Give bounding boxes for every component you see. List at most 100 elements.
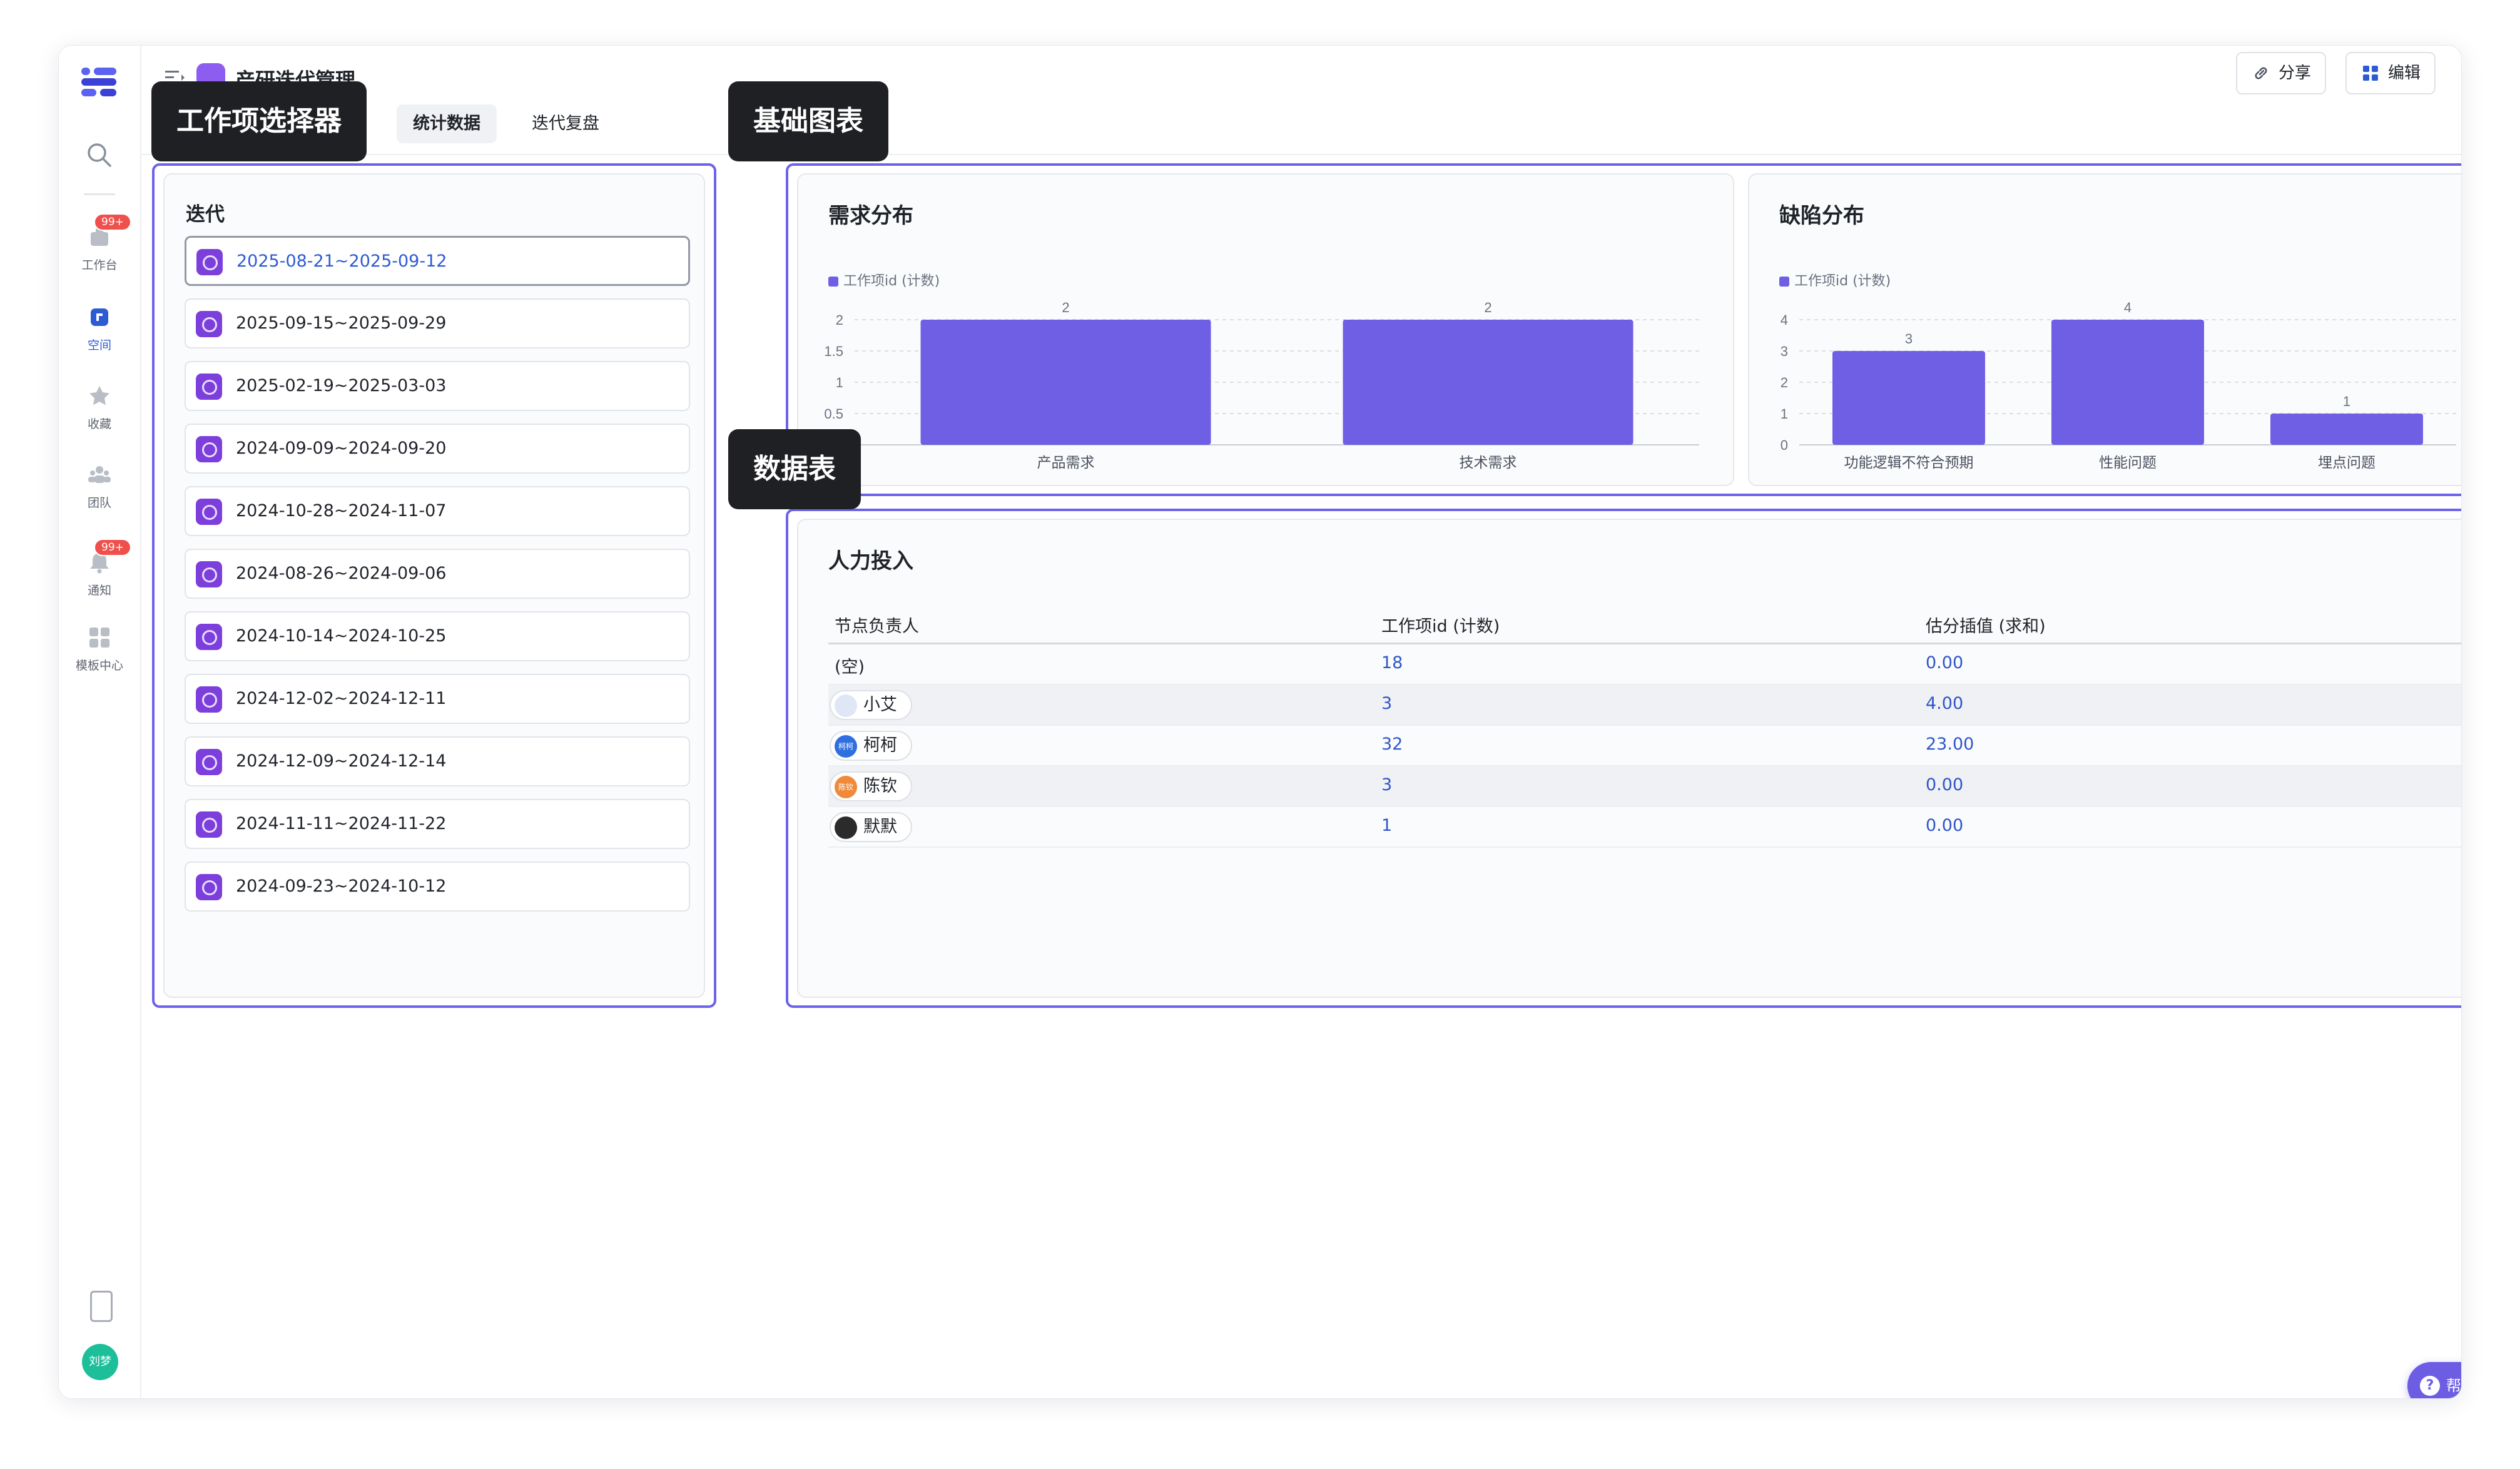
nav-rail: 99+ 工作台 空间 收藏 团队 99+ 通知 模板中心 刘梦 bbox=[59, 46, 141, 1398]
iteration-item[interactable]: 2025-02-19~2025-03-03 bbox=[185, 361, 690, 411]
owner-tag[interactable]: 陈钦 陈钦 bbox=[830, 771, 912, 801]
user-avatar[interactable]: 刘梦 bbox=[82, 1344, 118, 1380]
table-header: 节点负责人 工作项id (计数) 估分插值 (求和) bbox=[828, 601, 2461, 644]
bar[interactable] bbox=[2051, 320, 2204, 445]
iteration-item[interactable]: 2024-10-14~2024-10-25 bbox=[185, 611, 690, 661]
count-cell[interactable]: 18 bbox=[1381, 653, 1403, 673]
iteration-icon bbox=[196, 624, 222, 650]
y-tick-label: 1 bbox=[1781, 406, 1788, 422]
column-header[interactable]: 工作项id (计数) bbox=[1381, 613, 1500, 637]
tab-statistics[interactable]: 统计数据 bbox=[397, 104, 497, 143]
share-label: 分享 bbox=[2279, 64, 2312, 83]
iteration-item[interactable]: 2024-12-02~2024-12-11 bbox=[185, 674, 690, 724]
iteration-label: 2024-09-09~2024-09-20 bbox=[236, 439, 447, 458]
iteration-item[interactable]: 2024-09-09~2024-09-20 bbox=[185, 424, 690, 474]
iteration-label: 2024-12-02~2024-12-11 bbox=[236, 689, 447, 708]
column-header[interactable]: 估分插值 (求和) bbox=[1926, 613, 2046, 637]
column-header[interactable]: 节点负责人 bbox=[835, 613, 919, 637]
requirements-bar-chart: 0.5 1 1.5 2 2 产品需求 2 技术需求 bbox=[824, 300, 1699, 471]
bar[interactable] bbox=[920, 320, 1211, 445]
count-cell[interactable]: 32 bbox=[1381, 734, 1403, 754]
y-tick-label: 2 bbox=[1781, 375, 1788, 390]
template-icon bbox=[89, 628, 109, 648]
sidebar-item-label: 模板中心 bbox=[75, 659, 123, 673]
iteration-icon bbox=[196, 686, 222, 713]
table-row: 小艾 3 4.00 bbox=[828, 685, 2461, 726]
x-tick-label: 功能逻辑不符合预期 bbox=[1844, 455, 1974, 471]
sidebar-item-team[interactable]: 团队 bbox=[59, 462, 140, 511]
sidebar-item-label: 收藏 bbox=[87, 417, 111, 431]
iteration-label: 2025-08-21~2025-09-12 bbox=[236, 252, 447, 271]
owner-avatar bbox=[835, 816, 857, 839]
sum-cell[interactable]: 0.00 bbox=[1926, 775, 1963, 795]
iteration-item[interactable]: 2024-10-28~2024-11-07 bbox=[185, 486, 690, 536]
iteration-icon bbox=[196, 499, 222, 525]
iteration-label: 2025-02-19~2025-03-03 bbox=[236, 376, 447, 395]
header-divider bbox=[140, 154, 2461, 155]
x-tick-label: 产品需求 bbox=[1037, 455, 1095, 471]
y-tick-label: 4 bbox=[1781, 312, 1788, 328]
iteration-label: 2024-08-26~2024-09-06 bbox=[236, 564, 447, 583]
help-button[interactable]: ? 帮助 bbox=[2407, 1362, 2461, 1398]
table-row: (空) 18 0.00 bbox=[828, 644, 2461, 685]
sum-cell[interactable]: 23.00 bbox=[1926, 734, 1974, 754]
iteration-icon bbox=[196, 561, 222, 587]
search-icon[interactable] bbox=[84, 140, 114, 170]
sidebar-item-label: 工作台 bbox=[81, 258, 118, 272]
callout-selector: 工作项选择器 bbox=[151, 81, 367, 161]
link-icon bbox=[2255, 67, 2267, 79]
legend-label: 工作项id (计数) bbox=[843, 273, 940, 289]
chart-legend: 工作项id (计数) bbox=[828, 270, 940, 290]
iteration-item[interactable]: 2024-09-23~2024-10-12 bbox=[185, 862, 690, 912]
owner-tag[interactable]: 默默 bbox=[830, 812, 912, 842]
app-logo[interactable] bbox=[81, 68, 118, 96]
sum-cell[interactable]: 0.00 bbox=[1926, 816, 1963, 835]
count-cell[interactable]: 1 bbox=[1381, 816, 1392, 835]
y-tick-label: 2 bbox=[836, 312, 843, 328]
iteration-item[interactable]: 2025-09-15~2025-09-29 bbox=[185, 298, 690, 348]
owner-name: 柯柯 bbox=[863, 736, 897, 755]
legend-swatch bbox=[828, 277, 838, 287]
tab-iteration-review[interactable]: 迭代复盘 bbox=[516, 104, 616, 143]
sidebar-item-templates[interactable]: 模板中心 bbox=[59, 625, 140, 673]
bar[interactable] bbox=[2270, 414, 2423, 445]
iteration-label: 2025-09-15~2025-09-29 bbox=[236, 313, 447, 333]
owner-tag[interactable]: 柯柯 柯柯 bbox=[830, 731, 912, 761]
chart-card-defects: 缺陷分布 工作项id (计数) 0 1 2 3 4 3 功能逻辑不符合预期 4 性能问题 1 埋点问… bbox=[1748, 173, 2461, 486]
share-button[interactable]: 分享 bbox=[2236, 52, 2327, 94]
iteration-label: 迭代 bbox=[186, 203, 225, 226]
count-cell[interactable]: 3 bbox=[1381, 694, 1392, 713]
table-row: 陈钦 陈钦 3 0.00 bbox=[828, 766, 2461, 807]
owner-tag[interactable]: 小艾 bbox=[830, 690, 912, 720]
y-tick-label: 1.5 bbox=[824, 343, 843, 359]
iteration-item[interactable]: 2025-08-21~2025-09-12 bbox=[185, 236, 690, 286]
iteration-item[interactable]: 2024-08-26~2024-09-06 bbox=[185, 549, 690, 599]
callout-table: 数据表 bbox=[728, 429, 861, 509]
bar-value-label: 4 bbox=[2124, 300, 2131, 315]
iteration-label: 2024-12-09~2024-12-14 bbox=[236, 751, 447, 771]
sidebar-item-space[interactable]: 空间 bbox=[59, 305, 140, 353]
sum-cell[interactable]: 0.00 bbox=[1926, 653, 1963, 673]
sidebar-item-label: 团队 bbox=[87, 496, 111, 510]
callout-chart: 基础图表 bbox=[728, 81, 888, 161]
iteration-label: 2024-10-14~2024-10-25 bbox=[236, 626, 447, 646]
iteration-icon bbox=[196, 436, 222, 462]
count-cell[interactable]: 3 bbox=[1381, 775, 1392, 795]
bar[interactable] bbox=[1832, 351, 1985, 445]
sum-cell[interactable]: 4.00 bbox=[1926, 694, 1963, 713]
iteration-item[interactable]: 2024-12-09~2024-12-14 bbox=[185, 736, 690, 786]
sidebar-item-notifications[interactable]: 99+ 通知 bbox=[59, 539, 140, 598]
y-tick-label: 0.5 bbox=[824, 406, 843, 422]
iteration-item[interactable]: 2024-11-11~2024-11-22 bbox=[185, 799, 690, 849]
manpower-table: 节点负责人 工作项id (计数) 估分插值 (求和) (空) 18 0.00 小艾 3 4… bbox=[828, 601, 2461, 848]
sidebar-item-label: 通知 bbox=[87, 584, 111, 597]
edit-button[interactable]: 编辑 bbox=[2345, 52, 2436, 94]
mobile-icon[interactable] bbox=[90, 1291, 113, 1322]
owner-name: 陈钦 bbox=[863, 776, 897, 796]
help-label: 帮助 bbox=[2446, 1377, 2461, 1395]
notification-badge: 99+ bbox=[94, 213, 131, 231]
work-item-selector-panel: 迭代 2025-08-21~2025-09-12 2025-09-15~2025-… bbox=[152, 163, 716, 1008]
sidebar-item-favorites[interactable]: 收藏 bbox=[59, 384, 140, 432]
sidebar-item-workbench[interactable]: 99+ 工作台 bbox=[59, 213, 140, 273]
bar[interactable] bbox=[1343, 320, 1633, 445]
